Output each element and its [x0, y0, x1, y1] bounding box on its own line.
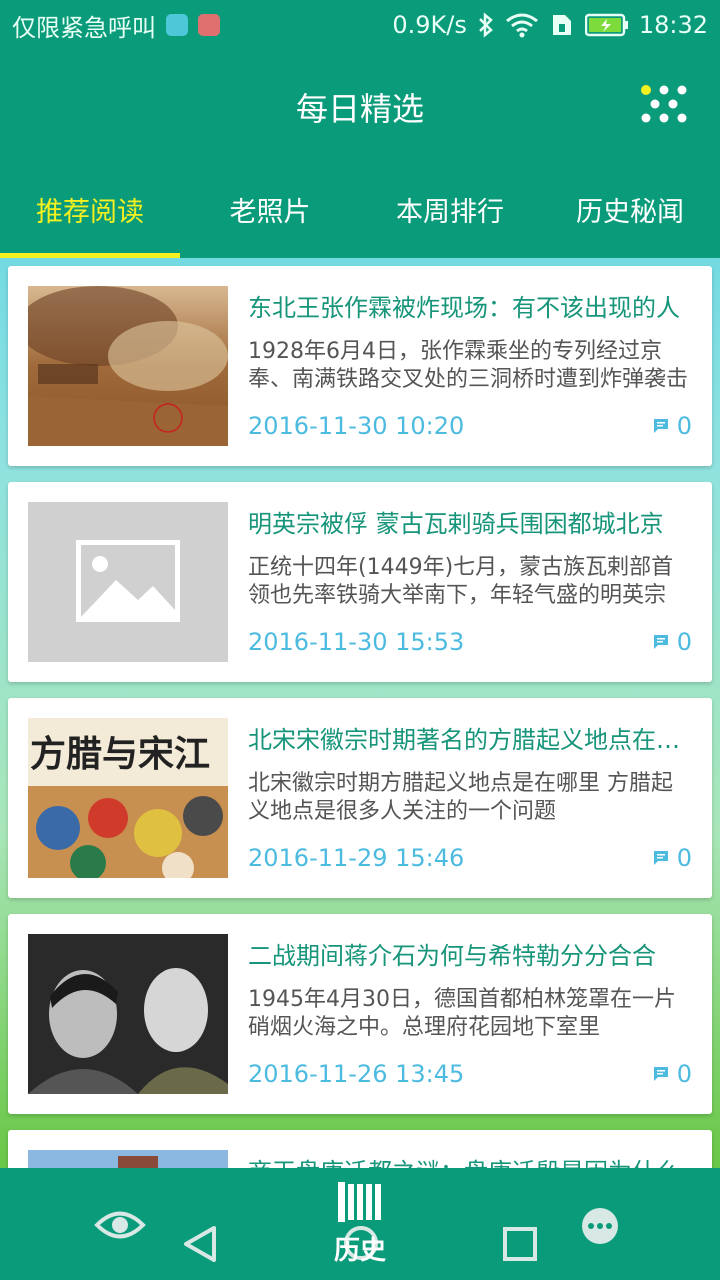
comment-count[interactable]: 0	[653, 412, 692, 440]
comment-count[interactable]: 0	[653, 628, 692, 656]
history-tab-label[interactable]: 历史	[320, 1230, 400, 1267]
back-icon[interactable]	[180, 1224, 220, 1264]
article-thumbnail	[28, 286, 228, 446]
tab-bar: 推荐阅读 老照片 本周排行 历史秘闻	[0, 160, 720, 258]
network-speed: 0.9K/s	[392, 11, 467, 39]
android-app-icon	[166, 14, 188, 36]
article-summary: 正统十四年(1449年)七月，蒙古族瓦剌部首领也先率铁骑大举南下，年轻气盛的明英…	[248, 555, 674, 608]
battery-icon	[584, 13, 628, 37]
article-card[interactable]: 东北王张作霖被炸现场：有不该出现的人 1928年6月4日，张作霖乘坐的专列经过京…	[8, 266, 712, 466]
bluetooth-icon	[478, 12, 493, 38]
comment-icon	[653, 1067, 668, 1081]
article-title: 北宋宋徽宗时期著名的方腊起义地点在哪里	[248, 726, 692, 754]
article-card[interactable]: 商王盘庚迁都之谜：盘庚迁殷是因为什么	[8, 1130, 712, 1170]
tab-old-photos[interactable]: 老照片	[180, 160, 360, 258]
comment-count[interactable]: 0	[653, 1060, 692, 1088]
article-date: 2016-11-30 10:20	[248, 412, 465, 440]
comment-count-value: 0	[676, 628, 692, 656]
page-title: 每日精选	[295, 90, 424, 128]
article-thumbnail: 方腊与宋江	[28, 718, 228, 878]
comment-count-value: 0	[676, 844, 692, 872]
grid-menu-icon[interactable]	[640, 84, 688, 128]
comment-count-value: 0	[676, 412, 692, 440]
article-card[interactable]: 二战期间蒋介石为何与希特勒分分合合 1945年4月30日，德国首都柏林笼罩在一片…	[8, 914, 712, 1114]
article-title: 明英宗被俘 蒙古瓦剌骑兵围困都城北京	[248, 510, 664, 538]
comment-count[interactable]: 0	[653, 844, 692, 872]
eye-icon[interactable]	[94, 1206, 146, 1244]
article-summary: 1945年4月30日，德国首都柏林笼罩在一片硝烟火海之中。总理府花园地下室里	[248, 987, 676, 1040]
clock: 18:32	[638, 11, 708, 39]
comment-icon	[653, 419, 668, 433]
article-summary: 北宋徽宗时期方腊起义地点是在哪里 方腊起义地点是很多人关注的一个问题	[248, 771, 673, 824]
article-list: 东北王张作霖被炸现场：有不该出现的人 1928年6月4日，张作霖乘坐的专列经过京…	[8, 266, 712, 1186]
article-card[interactable]: 明英宗被俘 蒙古瓦剌骑兵围困都城北京 正统十四年(1449年)七月，蒙古族瓦剌部…	[8, 482, 712, 682]
article-title: 二战期间蒋介石为何与希特勒分分合合	[248, 942, 656, 970]
history-book-icon[interactable]	[334, 1180, 388, 1224]
article-date: 2016-11-29 15:46	[248, 844, 465, 872]
tab-recommended[interactable]: 推荐阅读	[0, 160, 180, 258]
tab-history-secrets[interactable]: 历史秘闻	[540, 160, 720, 258]
status-bar: 仅限紧急呼叫 0.9K/s 18:32	[0, 0, 720, 50]
comment-icon	[653, 635, 668, 649]
article-card[interactable]: 方腊与宋江 北宋宋徽宗时期著名的方腊起义地点在哪里 北宋徽宗时期方腊起义地点是在…	[8, 698, 712, 898]
notification-app-icon	[198, 14, 220, 36]
article-title: 东北王张作霖被炸现场：有不该出现的人	[248, 294, 680, 322]
comment-count-value: 0	[676, 1060, 692, 1088]
article-summary: 1928年6月4日，张作霖乘坐的专列经过京奉、南满铁路交叉处的三洞桥时遭到炸弹袭…	[248, 339, 689, 392]
article-thumbnail	[28, 934, 228, 1094]
sim-icon	[552, 15, 571, 35]
article-date: 2016-11-26 13:45	[248, 1060, 465, 1088]
bottom-navigation: 历史	[0, 1168, 720, 1280]
image-placeholder-icon	[28, 502, 228, 662]
more-icon[interactable]	[580, 1206, 620, 1246]
thumbnail-caption: 方腊与宋江	[30, 733, 210, 775]
status-carrier-text: 仅限紧急呼叫	[12, 13, 156, 42]
article-date: 2016-11-30 15:53	[248, 628, 465, 656]
wifi-icon	[505, 13, 538, 38]
comment-icon	[653, 851, 668, 865]
recents-icon[interactable]	[502, 1226, 538, 1262]
tab-weekly-ranking[interactable]: 本周排行	[360, 160, 540, 258]
app-bar: 每日精选	[0, 50, 720, 160]
article-thumbnail	[28, 1150, 228, 1170]
